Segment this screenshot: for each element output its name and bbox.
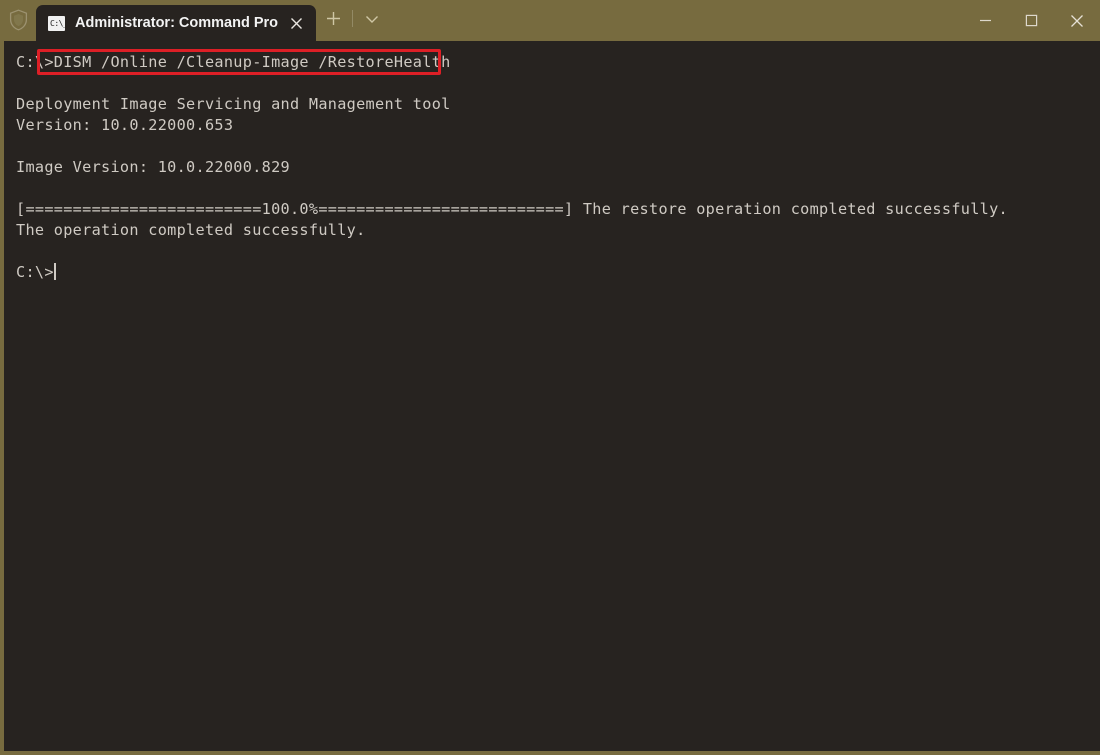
console-icon: C:\_ [48, 15, 65, 31]
new-tab-button[interactable] [316, 4, 350, 34]
terminal-frame: C:\>DISM /Online /Cleanup-Image /Restore… [0, 41, 1100, 755]
command-line-row: C:\>DISM /Online /Cleanup-Image /Restore… [16, 49, 1100, 75]
close-button[interactable] [1054, 0, 1100, 41]
terminal-line-blank-3 [16, 178, 1100, 199]
terminal-line-blank-4 [16, 241, 1100, 262]
shield-icon [9, 9, 28, 31]
tab-actions [316, 0, 389, 41]
minimize-icon [979, 19, 991, 22]
tab-strip: C:\_ Administrator: Command Pro [36, 0, 317, 41]
window-controls [962, 0, 1100, 41]
terminal-line-blank-2 [16, 136, 1100, 157]
title-bar: C:\_ Administrator: Command Pro [0, 0, 1100, 41]
terminal-output-area[interactable]: C:\>DISM /Online /Cleanup-Image /Restore… [4, 41, 1100, 751]
maximize-button[interactable] [1008, 0, 1054, 41]
minimize-button[interactable] [962, 0, 1008, 41]
admin-shield-slot [0, 0, 36, 41]
plus-icon [326, 12, 340, 25]
text-cursor [53, 263, 56, 280]
tab-close-icon[interactable] [282, 9, 310, 37]
terminal-line-tool-name: Deployment Image Servicing and Managemen… [16, 95, 451, 113]
terminal-line-final-status: The operation completed successfully. [16, 221, 366, 239]
tab-dropdown-button[interactable] [355, 4, 389, 34]
terminal-line-image-version: Image Version: 10.0.22000.829 [16, 158, 290, 176]
close-icon [1071, 14, 1083, 27]
tab-title: Administrator: Command Pro [75, 15, 279, 31]
terminal-line-blank-1 [16, 73, 1100, 94]
terminal-line-progress-bar: [=========================100.0%========… [16, 200, 1009, 218]
maximize-icon [1025, 14, 1037, 27]
tab-command-prompt[interactable]: C:\_ Administrator: Command Pro [36, 5, 317, 41]
toolbar-separator [352, 10, 354, 27]
terminal-line-version: Version: 10.0.22000.653 [16, 116, 234, 134]
command-line: C:\>DISM /Online /Cleanup-Image /Restore… [16, 53, 451, 71]
terminal-prompt-row: C:\> [16, 262, 1100, 283]
terminal-window: C:\_ Administrator: Command Pro [0, 0, 1100, 755]
terminal-prompt: C:\> [16, 263, 54, 281]
chevron-down-icon [366, 15, 379, 23]
